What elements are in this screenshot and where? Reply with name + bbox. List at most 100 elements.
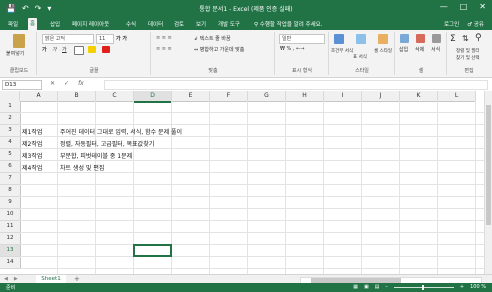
minimize-icon[interactable]: —: [440, 2, 448, 11]
zoom-level[interactable]: 100 %: [470, 284, 486, 290]
align-left-icon[interactable]: ≡ ≡ ≡: [156, 46, 172, 52]
paste-icon[interactable]: [13, 34, 25, 48]
cell-b6[interactable]: 차트 생성 및 편집: [60, 163, 104, 172]
cell-a4[interactable]: 제2작업: [22, 139, 42, 148]
sort-filter-label[interactable]: 정렬 및 필터: [456, 48, 480, 54]
cell-style-label[interactable]: 셀 스타일: [374, 48, 392, 54]
number-format-box[interactable]: 일반: [279, 34, 325, 44]
column-header-d[interactable]: D: [134, 91, 172, 103]
tell-me-box[interactable]: ⚲ 수행할 작업을 알려 주세요.: [252, 19, 324, 29]
sort-filter-icon[interactable]: ⇅: [462, 34, 469, 43]
row-header-5[interactable]: 5: [0, 149, 21, 161]
tab-page-layout[interactable]: 페이지 레이아웃: [70, 19, 111, 29]
close-icon[interactable]: ✕: [479, 2, 486, 11]
column-header-j[interactable]: J: [362, 91, 400, 102]
insert-cells-icon[interactable]: [400, 34, 409, 43]
font-grow-icon[interactable]: 가 가: [116, 35, 127, 42]
bold-icon[interactable]: 가: [42, 46, 47, 53]
autosum-icon[interactable]: Σ: [450, 34, 456, 44]
column-header-f[interactable]: F: [210, 91, 248, 102]
zoom-slider-knob[interactable]: [421, 284, 424, 290]
tab-developer[interactable]: 개발 도구: [216, 19, 242, 29]
row-header-10[interactable]: 10: [0, 209, 21, 221]
column-header-k[interactable]: K: [400, 91, 438, 102]
cell-a5[interactable]: 제3작업: [22, 151, 42, 160]
tab-formulas[interactable]: 수식: [124, 19, 138, 29]
row-header-13[interactable]: 13: [0, 245, 21, 257]
delete-label[interactable]: 삭제: [415, 46, 424, 53]
find-select-label[interactable]: 찾기 및 선택: [456, 55, 480, 61]
active-cell-cursor[interactable]: [133, 244, 172, 257]
column-header-c[interactable]: C: [96, 91, 134, 102]
tab-file[interactable]: 파일: [6, 19, 20, 29]
fill-color-icon[interactable]: [88, 46, 96, 53]
format-label[interactable]: 서식: [431, 46, 440, 53]
formula-input[interactable]: [104, 80, 488, 90]
enter-icon[interactable]: ✓: [64, 80, 69, 87]
tab-insert[interactable]: 삽입: [48, 19, 62, 29]
prev-sheet-icon[interactable]: ◀: [4, 276, 8, 282]
tab-data[interactable]: 데이터: [146, 19, 165, 29]
paste-label[interactable]: 붙여넣기: [6, 50, 24, 57]
row-header-3[interactable]: 3: [0, 125, 21, 137]
conditional-format-icon[interactable]: [334, 34, 344, 44]
row-header-14[interactable]: 14: [0, 257, 21, 269]
column-header-e[interactable]: E: [172, 91, 210, 102]
row-header-6[interactable]: 6: [0, 161, 21, 173]
zoom-in-icon[interactable]: +: [460, 284, 464, 290]
italic-icon[interactable]: 가: [52, 46, 57, 53]
percent-icon[interactable]: ₩ % , ←→: [280, 46, 304, 52]
row-header-12[interactable]: 12: [0, 233, 21, 245]
format-cells-icon[interactable]: [432, 34, 441, 43]
next-sheet-icon[interactable]: ▶: [14, 276, 18, 282]
page-break-view-icon[interactable]: ▤: [375, 284, 380, 290]
conditional-format-label[interactable]: 조건부 서식: [331, 48, 353, 54]
column-header-l[interactable]: L: [438, 91, 476, 102]
name-box[interactable]: D13: [2, 80, 42, 90]
cell-style-icon[interactable]: [378, 34, 388, 44]
wrap-text-button[interactable]: ↲ 텍스트 줄 바꿈: [194, 35, 231, 42]
cell-a3[interactable]: 제1작업: [22, 127, 42, 136]
row-header-4[interactable]: 4: [0, 137, 21, 149]
row-header-8[interactable]: 8: [0, 185, 21, 197]
delete-cells-icon[interactable]: [416, 34, 425, 43]
column-header-g[interactable]: G: [248, 91, 286, 102]
cell-b5[interactable]: 부분합, 피벗테이블 중 1문제: [60, 151, 132, 160]
tab-review[interactable]: 검토: [172, 19, 186, 29]
restore-icon[interactable]: □: [460, 2, 468, 11]
zoom-slider[interactable]: [393, 284, 454, 290]
share-button[interactable]: ♂ 공유: [467, 20, 484, 28]
insert-label[interactable]: 삽입: [399, 46, 408, 53]
column-header-b[interactable]: B: [58, 91, 96, 102]
row-header-11[interactable]: 11: [0, 221, 21, 233]
font-name-box[interactable]: 맑은 고딕: [42, 34, 94, 44]
font-size-box[interactable]: 11: [96, 34, 114, 44]
cancel-icon[interactable]: ✕: [50, 80, 55, 87]
normal-view-icon[interactable]: ▦: [353, 284, 358, 290]
row-header-9[interactable]: 9: [0, 197, 21, 209]
cell-a6[interactable]: 제4작업: [22, 163, 42, 172]
fx-icon[interactable]: fx: [78, 80, 84, 87]
column-header-a[interactable]: A: [20, 91, 58, 102]
underline-icon[interactable]: 가: [62, 46, 67, 53]
border-icon[interactable]: [74, 46, 84, 55]
merge-center-button[interactable]: ⇔ 병합하고 가운데 맞춤: [194, 46, 244, 53]
row-header-1[interactable]: 1: [0, 101, 21, 113]
add-sheet-button[interactable]: +: [74, 275, 80, 283]
align-top-icon[interactable]: ≡ ≡ ≡: [156, 35, 172, 41]
vertical-scrollbar[interactable]: [484, 91, 492, 274]
tab-view[interactable]: 보기: [194, 19, 208, 29]
row-header-7[interactable]: 7: [0, 173, 21, 185]
page-layout-view-icon[interactable]: ▣: [364, 284, 369, 290]
table-format-label[interactable]: 표 서식: [353, 54, 367, 60]
column-header-i[interactable]: I: [324, 91, 362, 102]
column-header-h[interactable]: H: [286, 91, 324, 102]
table-format-icon[interactable]: [356, 34, 366, 44]
cell-b4[interactable]: 정렬, 자동필터, 고급필터, 목표값찾기: [60, 139, 154, 148]
find-icon[interactable]: ⚲: [475, 33, 482, 43]
row-header-2[interactable]: 2: [0, 113, 21, 125]
cell-b3[interactable]: 주어진 데이터 그대로 입력, 서식, 함수 문제 풀이: [60, 127, 182, 136]
zoom-out-icon[interactable]: –: [385, 284, 388, 290]
worksheet-grid[interactable]: A B C D E F G H I J K L 1 2 3 4 5 6 7 8 9 10 11 12 13 14 제1작업 주어진 데…: [0, 91, 484, 274]
signin-link[interactable]: 로그인: [444, 20, 459, 28]
